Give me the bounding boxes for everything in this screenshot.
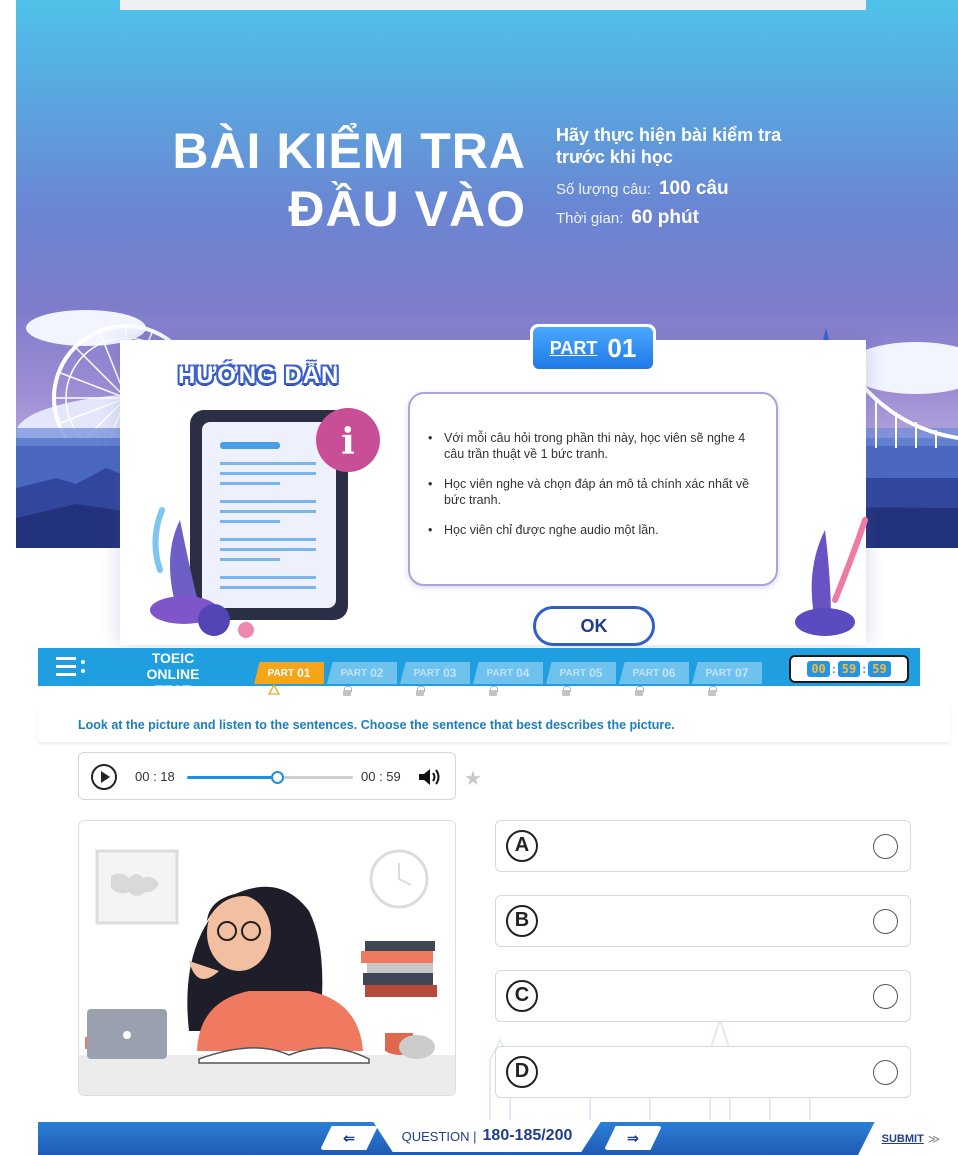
tab-part-07[interactable]: PART 07 bbox=[692, 662, 762, 684]
part-tabs: PART 01 PART 02 PART 03 PART 04 PART 05 PART 0… bbox=[254, 662, 765, 686]
part-badge-label: PART bbox=[549, 337, 598, 358]
lock-icon bbox=[708, 686, 717, 696]
option-letter: D bbox=[506, 1056, 538, 1088]
option-radio[interactable] bbox=[873, 909, 898, 934]
ok-button[interactable]: OK bbox=[533, 606, 655, 646]
test-top-bar: TOEIC ONLINE TEST PART 01 PART 02 PART 03 P… bbox=[38, 648, 920, 698]
current-time: 00 : 18 bbox=[135, 769, 175, 784]
audio-progress-track[interactable] bbox=[187, 771, 353, 784]
tab-part-02[interactable]: PART 02 bbox=[327, 662, 397, 684]
question-count: Số lượng câu: 100 câu bbox=[556, 178, 729, 199]
question-picture bbox=[78, 820, 456, 1096]
double-chevron-right-icon: ≫ bbox=[927, 1131, 941, 1146]
hero-info: Hãy thực hiện bài kiểm tra trước khi học… bbox=[556, 124, 781, 232]
tab-part-01[interactable]: PART 01 bbox=[254, 662, 324, 684]
hero-subtitle: Hãy thực hiện bài kiểm tra trước khi học bbox=[556, 125, 782, 167]
answer-option-a[interactable]: A bbox=[495, 820, 911, 872]
tab-part-04[interactable]: PART 04 bbox=[473, 662, 543, 684]
question-label: QUESTION | bbox=[401, 1128, 477, 1144]
question-instruction: Look at the picture and listen to the se… bbox=[38, 706, 950, 742]
svg-text:i: i bbox=[341, 421, 355, 463]
student-studying-illustration bbox=[79, 849, 455, 1095]
timer-seconds: 59 bbox=[868, 661, 891, 677]
option-radio[interactable] bbox=[873, 984, 898, 1009]
lock-icon bbox=[343, 686, 352, 696]
question-indicator: QUESTION | 180-185/200 bbox=[372, 1120, 602, 1152]
test-duration: Thời gian: 60 phút bbox=[556, 207, 699, 228]
guide-item: • Với mỗi câu hỏi trong phần thi này, học… bbox=[428, 431, 746, 461]
guide-item: • Học viên nghe và chọn đáp án mô tả chín… bbox=[428, 477, 750, 507]
audio-progress-fill bbox=[187, 776, 277, 779]
plant-illustration-right bbox=[795, 517, 868, 636]
guide-item: • Học viên chỉ được nghe audio một lần. bbox=[428, 523, 659, 537]
option-letter: B bbox=[506, 905, 538, 937]
submit-label: SUBMIT bbox=[881, 1132, 924, 1145]
plant-illustration-left bbox=[150, 507, 254, 638]
warning-icon bbox=[268, 684, 280, 695]
answer-option-c[interactable]: C bbox=[495, 970, 911, 1022]
tab-part-03[interactable]: PART 03 bbox=[400, 662, 470, 684]
guide-instructions-box: • Với mỗi câu hỏi trong phần thi này, học… bbox=[408, 392, 778, 586]
hero-title: BÀI KIỂM TRA ĐẦU VÀO bbox=[172, 123, 526, 237]
play-icon[interactable] bbox=[91, 764, 117, 790]
app-title: TOEIC ONLINE TEST bbox=[146, 650, 200, 698]
timer-hours: 00 bbox=[807, 661, 830, 677]
lock-icon bbox=[416, 686, 425, 696]
total-time: 00 : 59 bbox=[361, 769, 401, 784]
hero-top-strip bbox=[120, 0, 866, 10]
tab-part-05[interactable]: PART 05 bbox=[546, 662, 616, 684]
question-range: 180-185/200 bbox=[482, 1127, 573, 1144]
option-radio[interactable] bbox=[873, 1060, 898, 1085]
part-badge: PART 01 bbox=[530, 324, 656, 372]
tab-part-06[interactable]: PART 06 bbox=[619, 662, 689, 684]
lock-icon bbox=[562, 686, 571, 696]
test-screen: BÀI KIỂM TRA ĐẦU VÀO Hãy thực hiện bài k… bbox=[0, 0, 958, 1155]
timer-minutes: 59 bbox=[837, 661, 861, 677]
answer-option-b[interactable]: B bbox=[495, 895, 911, 947]
audio-progress-handle[interactable] bbox=[270, 771, 284, 784]
option-letter: A bbox=[506, 830, 538, 862]
countdown-timer: 00: 59: 59 bbox=[789, 655, 909, 683]
answer-option-d[interactable]: D bbox=[495, 1046, 911, 1098]
guide-title: HƯỚNG DẪN bbox=[178, 362, 340, 389]
lock-icon bbox=[489, 686, 498, 696]
bookmark-star-icon[interactable]: ★ bbox=[464, 766, 482, 791]
option-radio[interactable] bbox=[873, 834, 898, 859]
part-badge-number: 01 bbox=[607, 332, 637, 363]
volume-icon[interactable] bbox=[417, 767, 443, 787]
menu-icon[interactable] bbox=[56, 656, 88, 678]
lock-icon bbox=[635, 686, 644, 696]
audio-player: 00 : 18 00 : 59 bbox=[78, 752, 456, 800]
option-letter: C bbox=[506, 980, 538, 1012]
